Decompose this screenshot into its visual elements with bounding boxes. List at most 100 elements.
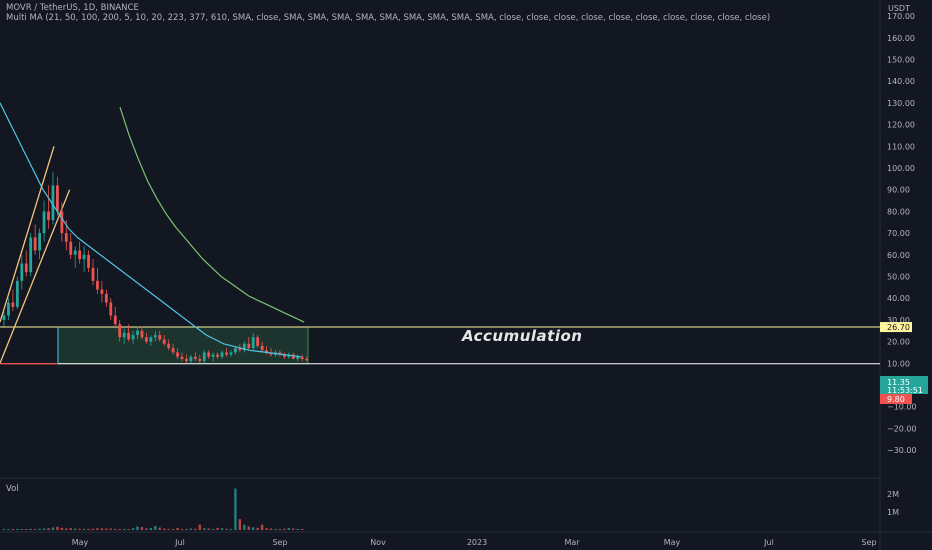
price-chart[interactable]: Accumulation180.00170.00160.00150.00140.… [0, 0, 932, 550]
volume-bar [292, 528, 295, 530]
volume-bar [105, 528, 108, 530]
candle-body [11, 302, 15, 307]
volume-bar [65, 528, 68, 530]
volume-bar [229, 528, 233, 530]
volume-bar [87, 528, 90, 530]
volume-tick-label: 2M [887, 490, 899, 499]
volume-bar [25, 529, 28, 530]
candle-body [20, 263, 24, 281]
volume-bar [252, 527, 255, 530]
volume-bar [51, 527, 55, 530]
price-tick-label: −30.00 [887, 446, 917, 455]
volume-bar [220, 528, 224, 530]
volume-bar [122, 528, 126, 530]
candle-body [33, 237, 37, 251]
candle-body [122, 332, 126, 338]
price-tick-label: 60.00 [887, 251, 910, 260]
volume-bar [7, 529, 10, 530]
volume-bar [158, 527, 161, 530]
time-tick-label: Nov [370, 538, 386, 547]
candle-body [305, 358, 308, 361]
volume-bar [225, 528, 228, 530]
candle-body [260, 345, 264, 351]
indicator-legend[interactable]: Multi MA (21, 50, 100, 200, 5, 10, 20, 2… [6, 13, 770, 23]
price-tick-label: 160.00 [887, 34, 915, 43]
time-tick-label: Sep [861, 538, 876, 547]
volume-bar [136, 526, 139, 530]
volume-bar [269, 528, 273, 530]
volume-bar [287, 527, 290, 530]
lower-level-value: 9.80 [887, 395, 905, 404]
candle-body [247, 343, 251, 349]
volume-bar [283, 528, 286, 530]
candle-body [42, 211, 46, 234]
volume-bar [140, 527, 144, 530]
volume-bar [100, 528, 104, 530]
volume-bar [234, 488, 237, 530]
candle-body [202, 352, 206, 362]
volume-bar [109, 528, 112, 530]
candle-body [136, 330, 139, 336]
volume-label: Vol [6, 484, 19, 494]
candle-body [185, 358, 188, 362]
candle-body [38, 233, 41, 251]
volume-bar [33, 529, 37, 530]
candle-body [104, 293, 108, 303]
candle-body [127, 332, 130, 340]
candle-body [109, 302, 113, 316]
candle-body [176, 352, 179, 357]
candle-body [78, 250, 82, 260]
time-tick-label: Sep [272, 538, 287, 547]
candle-body [100, 289, 104, 294]
price-tick-label: 120.00 [887, 121, 915, 130]
volume-bar [149, 527, 153, 530]
price-tick-label: −10.00 [887, 403, 917, 412]
volume-bar [171, 529, 175, 530]
volume-bar [29, 528, 32, 530]
volume-bar [118, 529, 121, 530]
volume-bar [167, 528, 170, 530]
price-tick-label: 50.00 [887, 273, 910, 282]
candle-body [24, 263, 28, 273]
candle-body [91, 267, 95, 281]
candle-body [229, 352, 233, 355]
volume-bar [74, 528, 77, 530]
price-tick-label: 80.00 [887, 207, 910, 216]
candle-body [207, 352, 211, 357]
volume-bar [78, 528, 81, 530]
accumulation-label: Accumulation [461, 327, 582, 345]
candle-body [167, 343, 171, 349]
candle-body [82, 254, 86, 260]
volume-bar [278, 529, 282, 530]
candle-body [73, 250, 77, 255]
volume-bar [247, 526, 250, 530]
volume-bar [260, 524, 264, 530]
candle-body [251, 337, 255, 349]
volume-bar [198, 524, 201, 530]
volume-bar [243, 524, 246, 530]
time-tick-label: May [72, 538, 89, 547]
candle-body [216, 354, 219, 357]
candle-body [193, 356, 197, 359]
volume-bar [216, 527, 219, 530]
candle-body [220, 352, 224, 357]
volume-bar [189, 528, 193, 530]
candle-body [29, 237, 33, 273]
volume-bar [91, 528, 95, 530]
candle-body [225, 352, 228, 355]
volume-bar [185, 529, 188, 530]
symbol-title[interactable]: MOVR / TetherUS, 1D, BINANCE [6, 3, 139, 13]
price-tick-label: 130.00 [887, 99, 915, 108]
candle-body [145, 337, 148, 342]
price-tick-label: 140.00 [887, 77, 915, 86]
price-tick-label: 40.00 [887, 294, 910, 303]
candle-body [180, 356, 184, 359]
candle-body [60, 211, 64, 234]
volume-bar [238, 519, 242, 530]
volume-bar [82, 528, 86, 530]
price-tick-label: 90.00 [887, 186, 910, 195]
candle-body [189, 356, 193, 362]
candle-body [256, 337, 260, 346]
volume-bar [176, 527, 179, 530]
volume-bar [300, 529, 304, 530]
